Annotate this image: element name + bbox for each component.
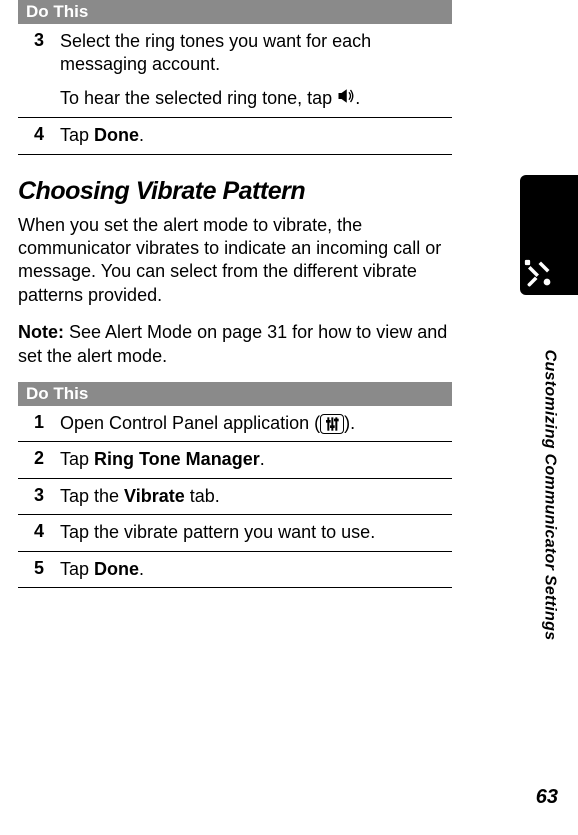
step-number: 1 (18, 412, 60, 435)
step-text: Tap the Vibrate tab. (60, 485, 452, 508)
bottom-step-row-3: 3 Tap the Vibrate tab. (18, 479, 452, 515)
step-text-bold: Done (94, 559, 139, 579)
step-text-post: tab. (185, 486, 220, 506)
speaker-icon (337, 87, 355, 111)
section-note: Note: See Alert Mode on page 31 for how … (18, 321, 452, 368)
step-number: 3 (18, 485, 60, 508)
step-text: Open Control Panel application ( ). (60, 412, 452, 435)
page-number: 63 (536, 786, 558, 809)
step-number: 3 (18, 30, 60, 111)
side-tab: Customizing Communicator Settings (520, 175, 578, 615)
step-text-bold: Ring Tone Manager (94, 449, 260, 469)
step-text-post: . (139, 559, 144, 579)
note-label: Note: (18, 322, 64, 342)
side-tab-label-container: Customizing Communicator Settings (520, 305, 578, 685)
bottom-step-row-1: 1 Open Control Panel application ( ). (18, 406, 452, 442)
wrench-screwdriver-icon (520, 255, 556, 291)
step-text-pre: Tap (60, 125, 94, 145)
control-panel-icon (320, 414, 344, 434)
step-text: Tap Done. (60, 558, 452, 581)
bottom-table-header: Do This (18, 382, 452, 406)
step-text: Tap Done. (60, 124, 452, 147)
step-text-sub-post: . (355, 88, 360, 108)
bottom-step-row-2: 2 Tap Ring Tone Manager. (18, 442, 452, 478)
top-step-row-3: 3 Select the ring tones you want for eac… (18, 24, 452, 118)
step-text: Tap the vibrate pattern you want to use. (60, 521, 452, 544)
side-tab-label: Customizing Communicator Settings (540, 350, 558, 641)
step-text-post: ). (344, 413, 355, 433)
step-text-main: Tap the vibrate pattern you want to use. (60, 522, 375, 542)
step-number: 5 (18, 558, 60, 581)
step-number: 4 (18, 521, 60, 544)
step-text-pre: Tap (60, 449, 94, 469)
bottom-step-row-4: 4 Tap the vibrate pattern you want to us… (18, 515, 452, 551)
step-text-pre: Open Control Panel application ( (60, 413, 320, 433)
top-step-row-4: 4 Tap Done. (18, 118, 452, 154)
step-text-sub-pre: To hear the selected ring tone, tap (60, 88, 337, 108)
step-text-pre: Tap (60, 559, 94, 579)
step-text: Tap Ring Tone Manager. (60, 448, 452, 471)
note-text: See Alert Mode on page 31 for how to vie… (18, 322, 447, 365)
step-text-post: . (139, 125, 144, 145)
step-text-main: Select the ring tones you want for each … (60, 31, 371, 74)
step-number: 4 (18, 124, 60, 147)
step-number: 2 (18, 448, 60, 471)
bottom-step-row-5: 5 Tap Done. (18, 552, 452, 588)
step-text-pre: Tap the (60, 486, 124, 506)
step-text: Select the ring tones you want for each … (60, 30, 452, 111)
section-paragraph: When you set the alert mode to vibrate, … (18, 214, 452, 308)
step-text-bold: Done (94, 125, 139, 145)
step-text-bold: Vibrate (124, 486, 185, 506)
step-text-post: . (260, 449, 265, 469)
section-title: Choosing Vibrate Pattern (18, 177, 452, 206)
top-table-header: Do This (18, 0, 452, 24)
